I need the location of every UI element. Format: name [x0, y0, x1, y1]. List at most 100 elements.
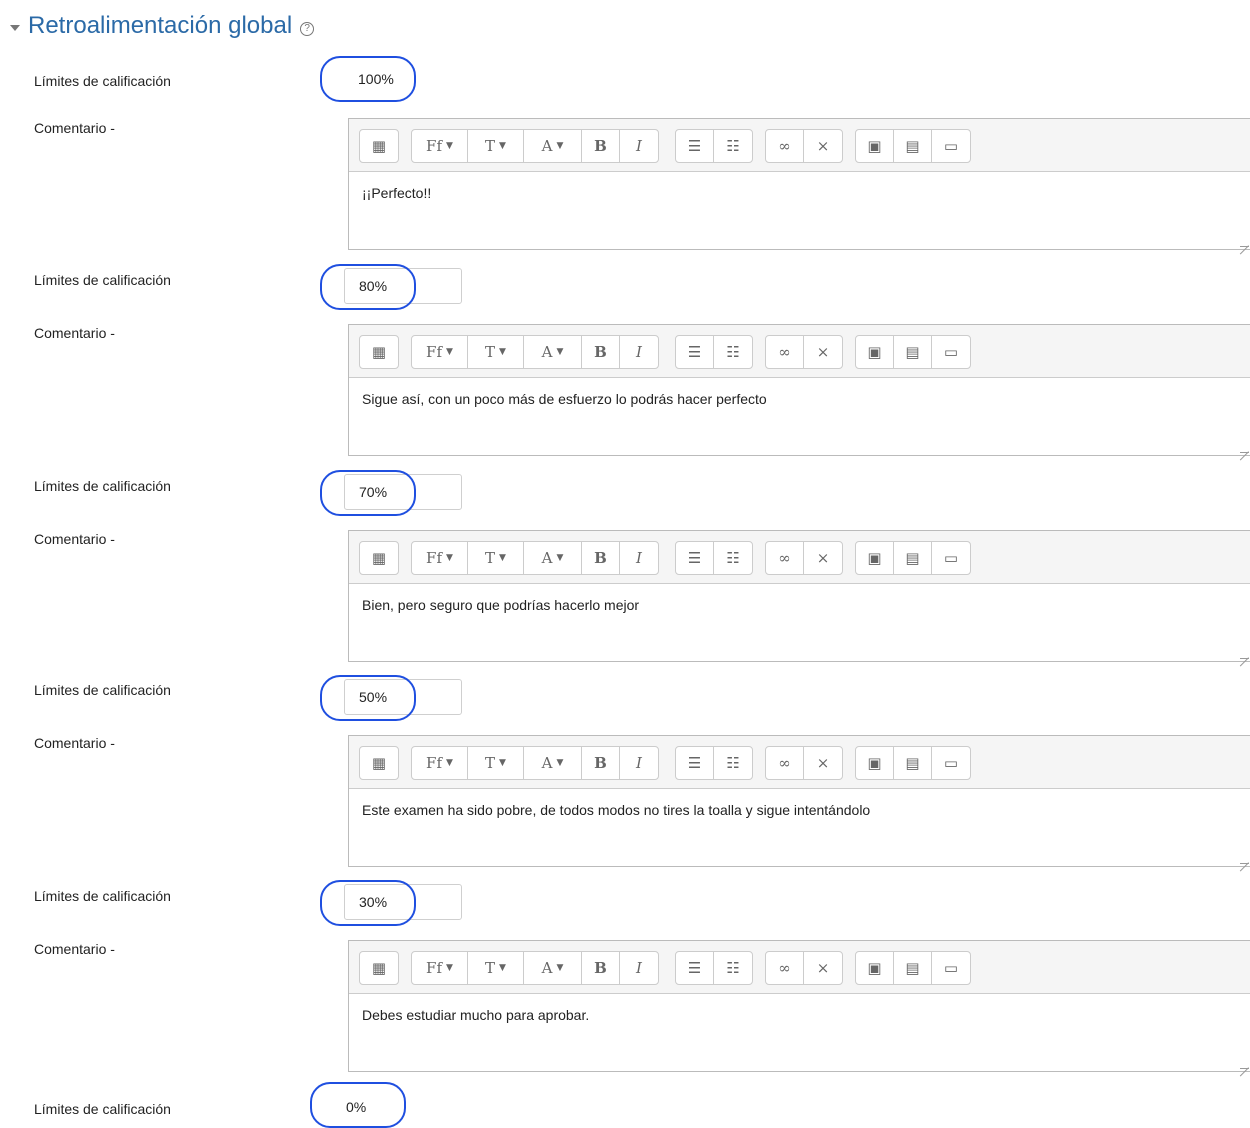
toolbar-toggle-icon[interactable]: ▦ — [360, 542, 398, 574]
link-icon[interactable]: ∞ — [766, 336, 804, 368]
collapse-caret-icon[interactable] — [10, 24, 20, 31]
grade-boundary-input[interactable]: 30% — [344, 884, 462, 920]
font-size-icon[interactable]: T ▼ — [468, 130, 524, 162]
grade-boundary-input[interactable]: 70% — [344, 474, 462, 510]
font-color-icon[interactable]: A ▼ — [524, 542, 582, 574]
editor-toolbar: ▦ Ff ▼ T ▼ A ▼ B I ☰ ☷ ∞ ⨯ ▣ ▤ ▭ — [349, 325, 1250, 378]
bullet-list-icon[interactable]: ☰ — [676, 542, 714, 574]
numbered-list-icon[interactable]: ☷ — [714, 542, 752, 574]
editor-toolbar: ▦ Ff ▼ T ▼ A ▼ B I ☰ ☷ ∞ ⨯ ▣ ▤ ▭ — [349, 736, 1250, 789]
font-color-icon[interactable]: A ▼ — [524, 336, 582, 368]
numbered-list-icon[interactable]: ☷ — [714, 747, 752, 779]
font-family-icon[interactable]: Ff ▼ — [412, 336, 468, 368]
resize-handle-icon[interactable] — [1240, 1059, 1249, 1069]
unlink-icon[interactable]: ⨯ — [804, 130, 842, 162]
bullet-list-icon[interactable]: ☰ — [676, 130, 714, 162]
toolbar-group: ☰ ☷ — [675, 541, 753, 575]
numbered-list-icon[interactable]: ☷ — [714, 130, 752, 162]
comment-label: Comentario - — [34, 941, 115, 957]
italic-icon[interactable]: I — [620, 336, 658, 368]
font-color-icon[interactable]: A ▼ — [524, 130, 582, 162]
media-icon[interactable]: ▤ — [894, 952, 932, 984]
font-size-icon[interactable]: T ▼ — [468, 747, 524, 779]
grade-boundary-input[interactable]: 0% — [332, 1090, 450, 1126]
font-size-icon[interactable]: T ▼ — [468, 336, 524, 368]
bold-icon[interactable]: B — [582, 952, 620, 984]
link-icon[interactable]: ∞ — [766, 130, 804, 162]
toolbar-group: ∞ ⨯ — [765, 746, 843, 780]
numbered-list-icon[interactable]: ☷ — [714, 952, 752, 984]
unlink-icon[interactable]: ⨯ — [804, 747, 842, 779]
editor-content[interactable]: Sigue así, con un poco más de esfuerzo l… — [349, 378, 1250, 420]
unlink-icon[interactable]: ⨯ — [804, 952, 842, 984]
comment-editor[interactable]: ▦ Ff ▼ T ▼ A ▼ B I ☰ ☷ ∞ ⨯ ▣ ▤ ▭ ¡¡Perfecto… — [348, 118, 1250, 250]
font-size-icon[interactable]: T ▼ — [468, 542, 524, 574]
font-size-icon[interactable]: T ▼ — [468, 952, 524, 984]
link-icon[interactable]: ∞ — [766, 952, 804, 984]
unlink-icon[interactable]: ⨯ — [804, 542, 842, 574]
italic-icon[interactable]: I — [620, 130, 658, 162]
bold-icon[interactable]: B — [582, 542, 620, 574]
section-header[interactable]: Retroalimentación global ? — [10, 12, 315, 40]
paste-icon[interactable]: ▭ — [932, 542, 970, 574]
resize-handle-icon[interactable] — [1240, 854, 1249, 864]
media-icon[interactable]: ▤ — [894, 336, 932, 368]
media-icon[interactable]: ▤ — [894, 747, 932, 779]
comment-label: Comentario - — [34, 325, 115, 341]
help-icon[interactable]: ? — [300, 22, 315, 36]
bullet-list-icon[interactable]: ☰ — [676, 747, 714, 779]
link-icon[interactable]: ∞ — [766, 542, 804, 574]
italic-icon[interactable]: I — [620, 952, 658, 984]
section-title[interactable]: Retroalimentación global — [28, 12, 292, 40]
numbered-list-icon[interactable]: ☷ — [714, 336, 752, 368]
comment-editor[interactable]: ▦ Ff ▼ T ▼ A ▼ B I ☰ ☷ ∞ ⨯ ▣ ▤ ▭ Bien, pero… — [348, 530, 1250, 662]
bold-icon[interactable]: B — [582, 130, 620, 162]
image-icon[interactable]: ▣ — [856, 336, 894, 368]
toolbar-toggle-icon[interactable]: ▦ — [360, 747, 398, 779]
font-color-icon[interactable]: A ▼ — [524, 747, 582, 779]
editor-content[interactable]: Debes estudiar mucho para aprobar. — [349, 994, 1250, 1036]
media-icon[interactable]: ▤ — [894, 130, 932, 162]
editor-content[interactable]: Bien, pero seguro que podrías hacerlo me… — [349, 584, 1250, 626]
paste-icon[interactable]: ▭ — [932, 130, 970, 162]
editor-content[interactable]: ¡¡Perfecto!! — [349, 172, 1250, 214]
media-icon[interactable]: ▤ — [894, 542, 932, 574]
font-family-icon[interactable]: Ff ▼ — [412, 952, 468, 984]
paste-icon[interactable]: ▭ — [932, 952, 970, 984]
comment-editor[interactable]: ▦ Ff ▼ T ▼ A ▼ B I ☰ ☷ ∞ ⨯ ▣ ▤ ▭ Este exame… — [348, 735, 1250, 867]
italic-icon[interactable]: I — [620, 747, 658, 779]
grade-boundary-input[interactable]: 80% — [344, 268, 462, 304]
resize-handle-icon[interactable] — [1240, 237, 1249, 247]
toolbar-toggle-icon[interactable]: ▦ — [360, 130, 398, 162]
link-icon[interactable]: ∞ — [766, 747, 804, 779]
image-icon[interactable]: ▣ — [856, 542, 894, 574]
image-icon[interactable]: ▣ — [856, 130, 894, 162]
paste-icon[interactable]: ▭ — [932, 336, 970, 368]
editor-content[interactable]: Este examen ha sido pobre, de todos modo… — [349, 789, 1250, 831]
comment-editor[interactable]: ▦ Ff ▼ T ▼ A ▼ B I ☰ ☷ ∞ ⨯ ▣ ▤ ▭ Debes estu… — [348, 940, 1250, 1072]
resize-handle-icon[interactable] — [1240, 649, 1249, 659]
editor-toolbar: ▦ Ff ▼ T ▼ A ▼ B I ☰ ☷ ∞ ⨯ ▣ ▤ ▭ — [349, 119, 1250, 172]
bold-icon[interactable]: B — [582, 747, 620, 779]
editor-toolbar: ▦ Ff ▼ T ▼ A ▼ B I ☰ ☷ ∞ ⨯ ▣ ▤ ▭ — [349, 531, 1250, 584]
comment-editor[interactable]: ▦ Ff ▼ T ▼ A ▼ B I ☰ ☷ ∞ ⨯ ▣ ▤ ▭ Sigue así,… — [348, 324, 1250, 456]
toolbar-toggle-icon[interactable]: ▦ — [360, 336, 398, 368]
font-family-icon[interactable]: Ff ▼ — [412, 542, 468, 574]
grade-boundary-input[interactable]: 100% — [344, 62, 462, 98]
font-color-icon[interactable]: A ▼ — [524, 952, 582, 984]
unlink-icon[interactable]: ⨯ — [804, 336, 842, 368]
grade-boundary-label: Límites de calificación — [34, 73, 171, 89]
bold-icon[interactable]: B — [582, 336, 620, 368]
image-icon[interactable]: ▣ — [856, 747, 894, 779]
comment-label: Comentario - — [34, 531, 115, 547]
bullet-list-icon[interactable]: ☰ — [676, 952, 714, 984]
grade-boundary-input[interactable]: 50% — [344, 679, 462, 715]
italic-icon[interactable]: I — [620, 542, 658, 574]
resize-handle-icon[interactable] — [1240, 443, 1249, 453]
toolbar-toggle-icon[interactable]: ▦ — [360, 952, 398, 984]
font-family-icon[interactable]: Ff ▼ — [412, 130, 468, 162]
bullet-list-icon[interactable]: ☰ — [676, 336, 714, 368]
font-family-icon[interactable]: Ff ▼ — [412, 747, 468, 779]
image-icon[interactable]: ▣ — [856, 952, 894, 984]
paste-icon[interactable]: ▭ — [932, 747, 970, 779]
